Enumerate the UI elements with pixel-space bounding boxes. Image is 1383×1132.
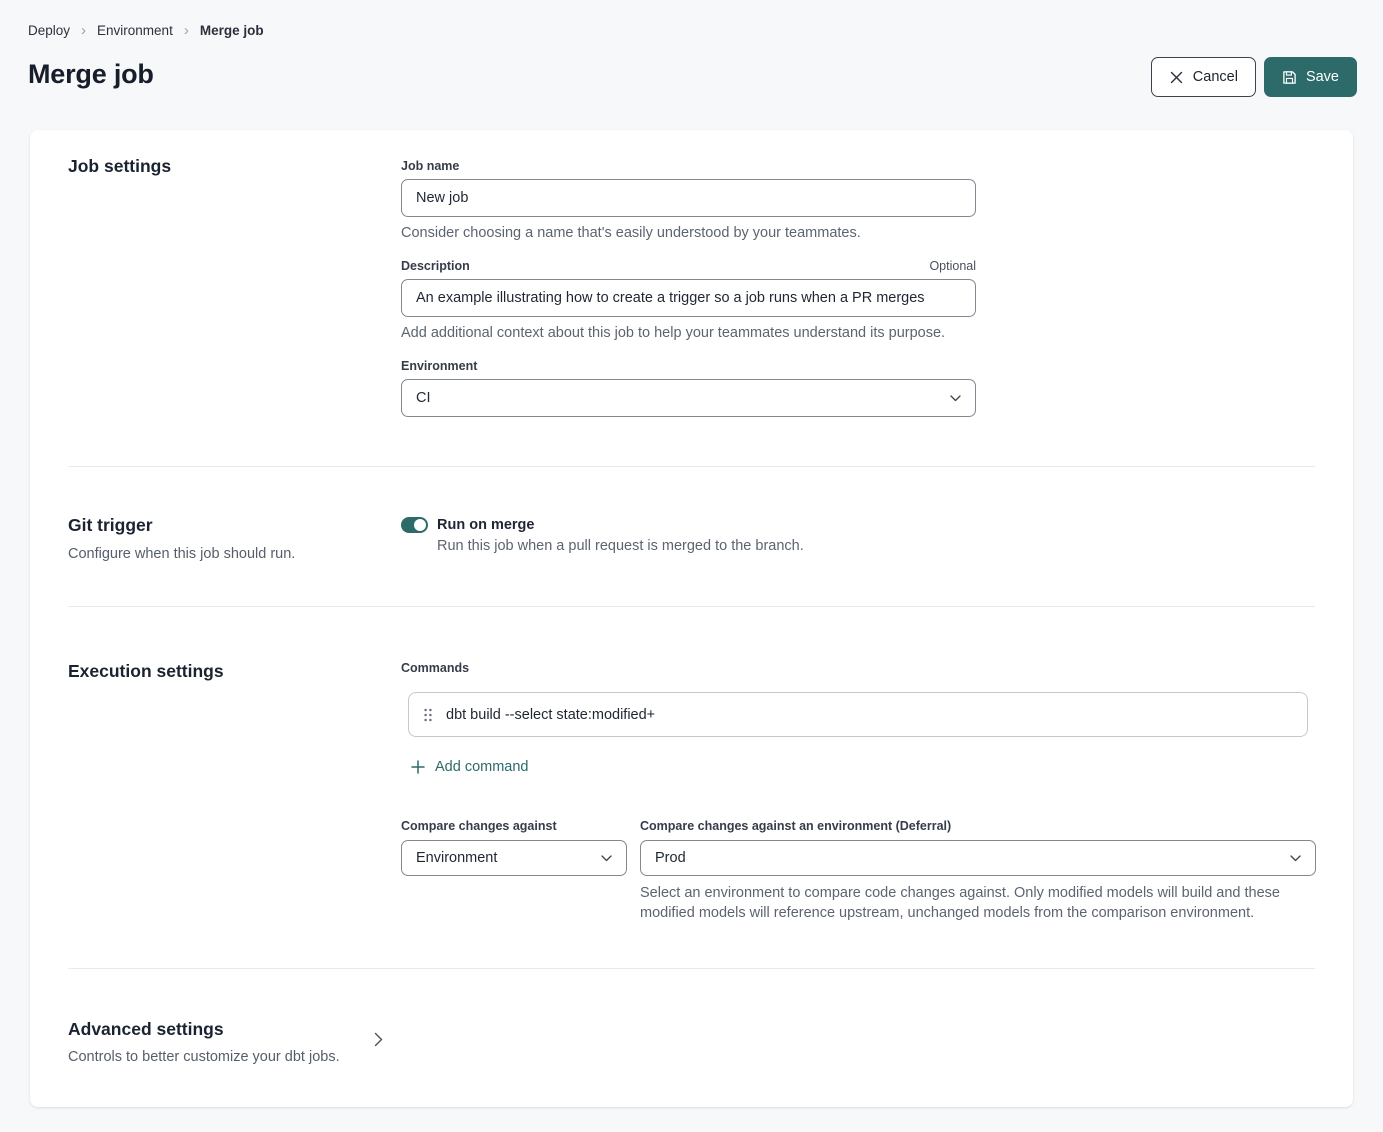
environment-select[interactable]: CI	[401, 379, 976, 417]
close-icon	[1169, 70, 1184, 85]
header-actions: Cancel Save	[1151, 57, 1357, 97]
description-input[interactable]	[401, 279, 976, 317]
cancel-button-label: Cancel	[1193, 70, 1238, 85]
section-divider	[68, 968, 1315, 969]
git-trigger-heading: Git trigger	[68, 515, 153, 536]
breadcrumb-item-environment[interactable]: Environment	[97, 23, 173, 38]
git-trigger-subheading: Configure when this job should run.	[68, 546, 295, 562]
run-on-merge-toggle[interactable]	[401, 517, 428, 533]
run-on-merge-description: Run this job when a pull request is merg…	[437, 538, 804, 554]
advanced-settings-subheading: Controls to better customize your dbt jo…	[68, 1049, 340, 1065]
environment-select-value: CI	[416, 390, 431, 406]
advanced-settings-heading: Advanced settings	[68, 1019, 224, 1040]
description-optional-tag: Optional	[401, 259, 976, 273]
merge-job-page: Deploy › Environment › Merge job Merge j…	[0, 0, 1383, 1132]
chevron-down-icon	[601, 855, 612, 862]
advanced-settings-expand-button[interactable]	[374, 1032, 383, 1047]
command-row: dbt build --select state:modified+	[408, 692, 1308, 737]
breadcrumb: Deploy › Environment › Merge job	[28, 23, 264, 38]
job-settings-heading: Job settings	[68, 156, 171, 177]
compare-changes-against-select[interactable]: Environment	[401, 840, 627, 876]
deferral-helper: Select an environment to compare code ch…	[640, 883, 1292, 923]
breadcrumb-item-deploy[interactable]: Deploy	[28, 23, 70, 38]
run-on-merge-label: Run on merge	[437, 517, 534, 533]
commands-label: Commands	[401, 661, 469, 675]
chevron-down-icon	[1290, 855, 1301, 862]
deferral-label: Compare changes against an environment (…	[640, 819, 951, 833]
chevron-right-icon: ›	[184, 23, 189, 38]
deferral-select[interactable]: Prod	[640, 840, 1316, 876]
job-name-helper: Consider choosing a name that's easily u…	[401, 225, 861, 241]
chevron-down-icon	[950, 395, 961, 402]
drag-handle-icon[interactable]	[424, 708, 432, 722]
job-name-label: Job name	[401, 159, 459, 173]
description-helper: Add additional context about this job to…	[401, 325, 945, 341]
job-settings-card: Job settings Job name Consider choosing …	[30, 130, 1353, 1107]
section-divider	[68, 466, 1315, 467]
toggle-knob	[414, 519, 426, 531]
job-name-input[interactable]	[401, 179, 976, 217]
compare-changes-against-label: Compare changes against	[401, 819, 557, 833]
environment-label: Environment	[401, 359, 477, 373]
plus-icon	[411, 760, 425, 774]
add-command-button[interactable]: Add command	[411, 759, 529, 775]
save-button[interactable]: Save	[1264, 57, 1357, 97]
command-text[interactable]: dbt build --select state:modified+	[446, 707, 655, 723]
save-button-label: Save	[1306, 70, 1339, 85]
section-divider	[68, 606, 1315, 607]
chevron-right-icon: ›	[81, 23, 86, 38]
deferral-value: Prod	[655, 850, 686, 866]
page-title: Merge job	[28, 59, 154, 90]
breadcrumb-item-merge-job: Merge job	[200, 23, 264, 38]
save-disk-icon	[1282, 70, 1297, 85]
cancel-button[interactable]: Cancel	[1151, 57, 1256, 97]
compare-changes-against-value: Environment	[416, 850, 497, 866]
add-command-label: Add command	[435, 759, 529, 775]
execution-settings-heading: Execution settings	[68, 661, 224, 682]
